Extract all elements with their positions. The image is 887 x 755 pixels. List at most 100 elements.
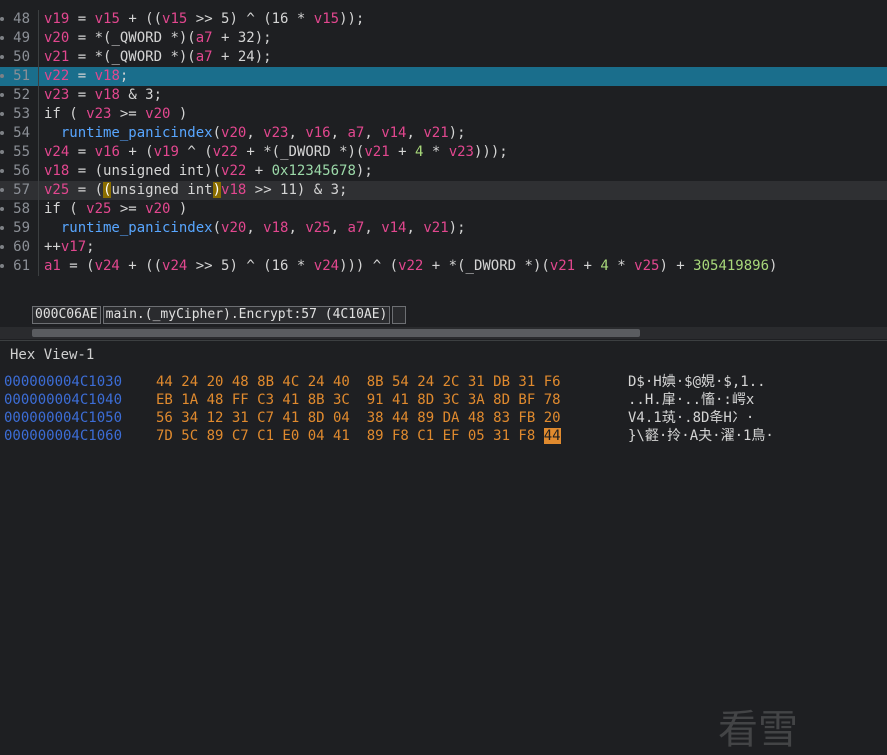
- code-token: a7: [195, 30, 213, 46]
- hex-ascii: ..H.肁·..慉·:崿x: [628, 392, 755, 408]
- code-token: ): [170, 106, 188, 122]
- code-token: runtime_panicindex: [60, 125, 213, 141]
- code-token: ,: [330, 220, 348, 236]
- code-token: >> 11) & 3;: [246, 182, 348, 198]
- breakpoint-dot-icon[interactable]: [0, 245, 4, 249]
- hex-bytes[interactable]: EB 1A 48 FF C3 41 8B 3C 91 41 8D 3C 3A 8…: [156, 391, 561, 409]
- code-token: + (: [119, 144, 154, 160]
- code-text: v23 = v18 & 3;: [44, 86, 162, 105]
- code-text: runtime_panicindex(v20, v18, v25, a7, v1…: [44, 219, 466, 238]
- code-token: ,: [288, 125, 306, 141]
- breakpoint-dot-icon[interactable]: [0, 264, 4, 268]
- code-line[interactable]: 52 v23 = v18 & 3;: [0, 86, 887, 105]
- code-token: ,: [406, 125, 424, 141]
- code-token: (: [212, 220, 222, 236]
- code-token: + ((: [119, 11, 163, 27]
- code-line[interactable]: 59 runtime_panicindex(v20, v18, v25, a7,…: [0, 219, 887, 238]
- status-location: main.(_myCipher).Encrypt:57 (4C10AE): [102, 306, 391, 324]
- breakpoint-dot-icon[interactable]: [0, 188, 4, 192]
- breakpoint-dot-icon[interactable]: [0, 93, 4, 97]
- line-number: 54: [13, 125, 30, 141]
- line-number: 52: [13, 87, 30, 103]
- hex-row[interactable]: 000000004C1060 7D 5C 89 C7 C1 E0 04 41 89…: [4, 427, 884, 445]
- line-gutter: 58: [0, 200, 39, 219]
- breakpoint-dot-icon[interactable]: [0, 207, 4, 211]
- hex-view-panel[interactable]: Hex View-1 000000004C1030 44 24 20 48 8B …: [0, 340, 887, 753]
- code-text: runtime_panicindex(v20, v23, v16, a7, v1…: [44, 124, 466, 143]
- line-number: 58: [13, 201, 30, 217]
- code-token: v15: [162, 11, 188, 27]
- code-line[interactable]: 55 v24 = v16 + (v19 ^ (v22 + *(_DWORD *)(…: [0, 143, 887, 162]
- hex-row[interactable]: 000000004C1040 EB 1A 48 FF C3 41 8B 3C 91…: [4, 391, 884, 409]
- code-line[interactable]: 58 if ( v25 >= v20 ): [0, 200, 887, 219]
- line-gutter: 50: [0, 48, 39, 67]
- code-text: if ( v23 >= v20 ): [44, 105, 187, 124]
- breakpoint-dot-icon[interactable]: [0, 169, 4, 173]
- code-token: if (: [44, 201, 87, 217]
- breakpoint-dot-icon[interactable]: [0, 150, 4, 154]
- breakpoint-dot-icon[interactable]: [0, 17, 4, 21]
- breakpoint-dot-icon[interactable]: [0, 55, 4, 59]
- code-token: v18: [44, 163, 70, 179]
- code-token: v22: [221, 163, 247, 179]
- code-token: v18: [221, 182, 247, 198]
- code-token: v19: [153, 144, 179, 160]
- code-token: v19: [44, 11, 70, 27]
- code-token: ^ (: [178, 144, 213, 160]
- code-token: >> 5) ^ (16 *: [187, 258, 314, 274]
- code-line[interactable]: 49 v20 = *(_QWORD *)(a7 + 32);: [0, 29, 887, 48]
- hex-address: 000000004C1050: [4, 410, 123, 426]
- status-address: 000C06AE: [32, 306, 101, 324]
- code-text: if ( v25 >= v20 ): [44, 200, 187, 219]
- hex-address: 000000004C1060: [4, 428, 123, 444]
- line-number: 60: [13, 239, 30, 255]
- code-token: v14: [381, 125, 407, 141]
- code-token: ,: [246, 220, 264, 236]
- code-token: ,: [364, 220, 382, 236]
- horizontal-scrollbar[interactable]: [0, 327, 887, 339]
- breakpoint-dot-icon[interactable]: [0, 131, 4, 135]
- code-line[interactable]: 53 if ( v23 >= v20 ): [0, 105, 887, 124]
- code-token: ,: [330, 125, 348, 141]
- status-empty-field: [392, 306, 407, 324]
- code-line[interactable]: 60 ++v17;: [0, 238, 887, 257]
- hex-selected-byte[interactable]: 44: [543, 428, 561, 444]
- code-line[interactable]: 57 v25 = ((unsigned int)v18 >> 11) & 3;: [0, 181, 887, 200]
- code-token: v25: [44, 182, 70, 198]
- code-token: );: [448, 220, 466, 236]
- code-line[interactable]: 50 v21 = *(_QWORD *)(a7 + 24);: [0, 48, 887, 67]
- hex-row[interactable]: 000000004C1030 44 24 20 48 8B 4C 24 40 8B…: [4, 373, 884, 391]
- code-token: v21: [423, 220, 449, 236]
- line-gutter: 53: [0, 105, 39, 124]
- code-line[interactable]: 61 a1 = (v24 + ((v24 >> 5) ^ (16 * v24)))…: [0, 257, 887, 276]
- code-token: );: [355, 163, 373, 179]
- code-token: );: [448, 125, 466, 141]
- code-token: v22: [212, 144, 238, 160]
- hex-bytes[interactable]: 44 24 20 48 8B 4C 24 40 8B 54 24 2C 31 D…: [156, 373, 561, 391]
- breakpoint-dot-icon[interactable]: [0, 112, 4, 116]
- code-token: >> 5) ^ (16 *: [187, 11, 314, 27]
- hex-ascii: D$·H婰·$@娊·$,1..: [628, 374, 766, 390]
- code-token: v24: [313, 258, 340, 274]
- breakpoint-dot-icon[interactable]: [0, 36, 4, 40]
- code-token: = (: [60, 258, 95, 274]
- code-token: a7: [347, 125, 365, 141]
- pseudocode-view[interactable]: 48 v19 = v15 + ((v15 >> 5) ^ (16 * v15));…: [0, 0, 887, 304]
- scrollbar-thumb[interactable]: [32, 329, 640, 337]
- breakpoint-dot-icon[interactable]: [0, 74, 4, 78]
- code-line[interactable]: 51 v22 = v18;: [0, 67, 887, 86]
- code-token: v24: [162, 258, 188, 274]
- hex-row[interactable]: 000000004C1050 56 34 12 31 C7 41 8D 04 38…: [4, 409, 884, 427]
- code-token: =: [69, 144, 95, 160]
- code-line[interactable]: 54 runtime_panicindex(v20, v23, v16, a7,…: [0, 124, 887, 143]
- code-line[interactable]: 56 v18 = (unsigned int)(v22 + 0x12345678)…: [0, 162, 887, 181]
- code-token: ;: [119, 68, 129, 84]
- code-line[interactable]: 48 v19 = v15 + ((v15 >> 5) ^ (16 * v15));: [0, 10, 887, 29]
- code-token: ): [769, 258, 778, 274]
- hex-address: 000000004C1040: [4, 392, 123, 408]
- hex-bytes[interactable]: 7D 5C 89 C7 C1 E0 04 41 89 F8 C1 EF 05 3…: [156, 427, 561, 445]
- breakpoint-dot-icon[interactable]: [0, 226, 4, 230]
- hex-bytes[interactable]: 56 34 12 31 C7 41 8D 04 38 44 89 DA 48 8…: [156, 409, 561, 427]
- line-number: 55: [13, 144, 30, 160]
- code-token: v20: [44, 30, 70, 46]
